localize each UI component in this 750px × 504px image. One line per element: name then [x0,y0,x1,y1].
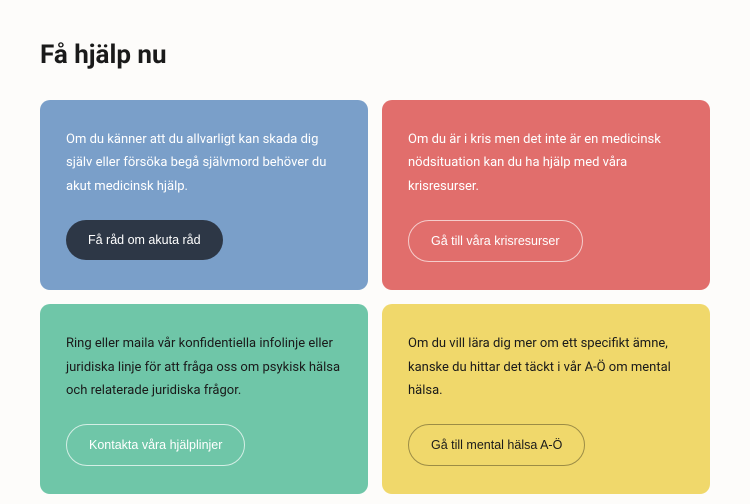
card-emergency: Om du känner att du allvarligt kan skada… [40,100,368,290]
contact-helplines-button[interactable]: Kontakta våra hjälplinjer [66,424,245,466]
page-title: Få hjälp nu [40,40,710,70]
card-crisis-text: Om du är i kris men det inte är en medic… [408,128,684,198]
help-cards-grid: Om du känner att du allvarligt kan skada… [40,100,710,494]
emergency-advice-button[interactable]: Få råd om akuta råd [66,220,223,260]
card-helplines: Ring eller maila vår konfidentiella info… [40,304,368,494]
card-helplines-text: Ring eller maila vår konfidentiella info… [66,332,342,402]
card-emergency-text: Om du känner att du allvarligt kan skada… [66,128,342,198]
crisis-resources-button[interactable]: Gå till våra krisresurser [408,220,583,262]
mental-health-az-button[interactable]: Gå till mental hälsa A-Ö [408,424,585,466]
card-mental-health-az-text: Om du vill lära dig mer om ett specifikt… [408,332,684,402]
card-mental-health-az: Om du vill lära dig mer om ett specifikt… [382,304,710,494]
card-crisis: Om du är i kris men det inte är en medic… [382,100,710,290]
